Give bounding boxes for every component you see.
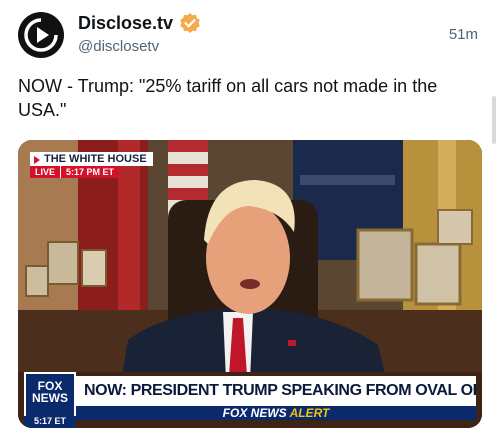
alert-banner: FOX NEWS ALERT <box>76 406 476 420</box>
display-name[interactable]: Disclose.tv <box>78 13 173 34</box>
post-time[interactable]: 51m <box>449 26 478 43</box>
name-row: Disclose.tv <box>78 12 201 34</box>
live-label: LIVE <box>30 166 61 178</box>
logo-clock: 5:17 ET <box>24 416 76 428</box>
location-tag: THE WHITE HOUSE LIVE 5:17 PM ET <box>30 152 153 178</box>
post-text: NOW - Trump: "25% tariff on all cars not… <box>18 76 438 120</box>
fox-news-logo: FOX NEWS <box>24 372 76 418</box>
verified-badge-icon <box>180 13 200 33</box>
scrollbar-thumb[interactable] <box>492 96 496 144</box>
avatar[interactable] <box>18 12 64 58</box>
post-header: Disclose.tv @disclosetv 51m <box>18 10 482 60</box>
post-media-video[interactable]: THE WHITE HOUSE LIVE 5:17 PM ET FOX NEWS… <box>18 140 482 428</box>
play-logo-icon <box>20 14 62 56</box>
headline-banner: NOW: PRESIDENT TRUMP SPEAKING FROM OVAL … <box>76 376 476 406</box>
alert-brand: FOX NEWS <box>222 406 287 420</box>
handle[interactable]: @disclosetv <box>78 38 159 55</box>
live-indicator: LIVE 5:17 PM ET <box>30 166 153 178</box>
news-lower-third: FOX NEWS 5:17 ET NOW: PRESIDENT TRUMP SP… <box>18 372 482 428</box>
location-label: THE WHITE HOUSE <box>30 152 153 166</box>
alert-word: ALERT <box>289 406 330 420</box>
live-time: 5:17 PM ET <box>60 166 120 178</box>
